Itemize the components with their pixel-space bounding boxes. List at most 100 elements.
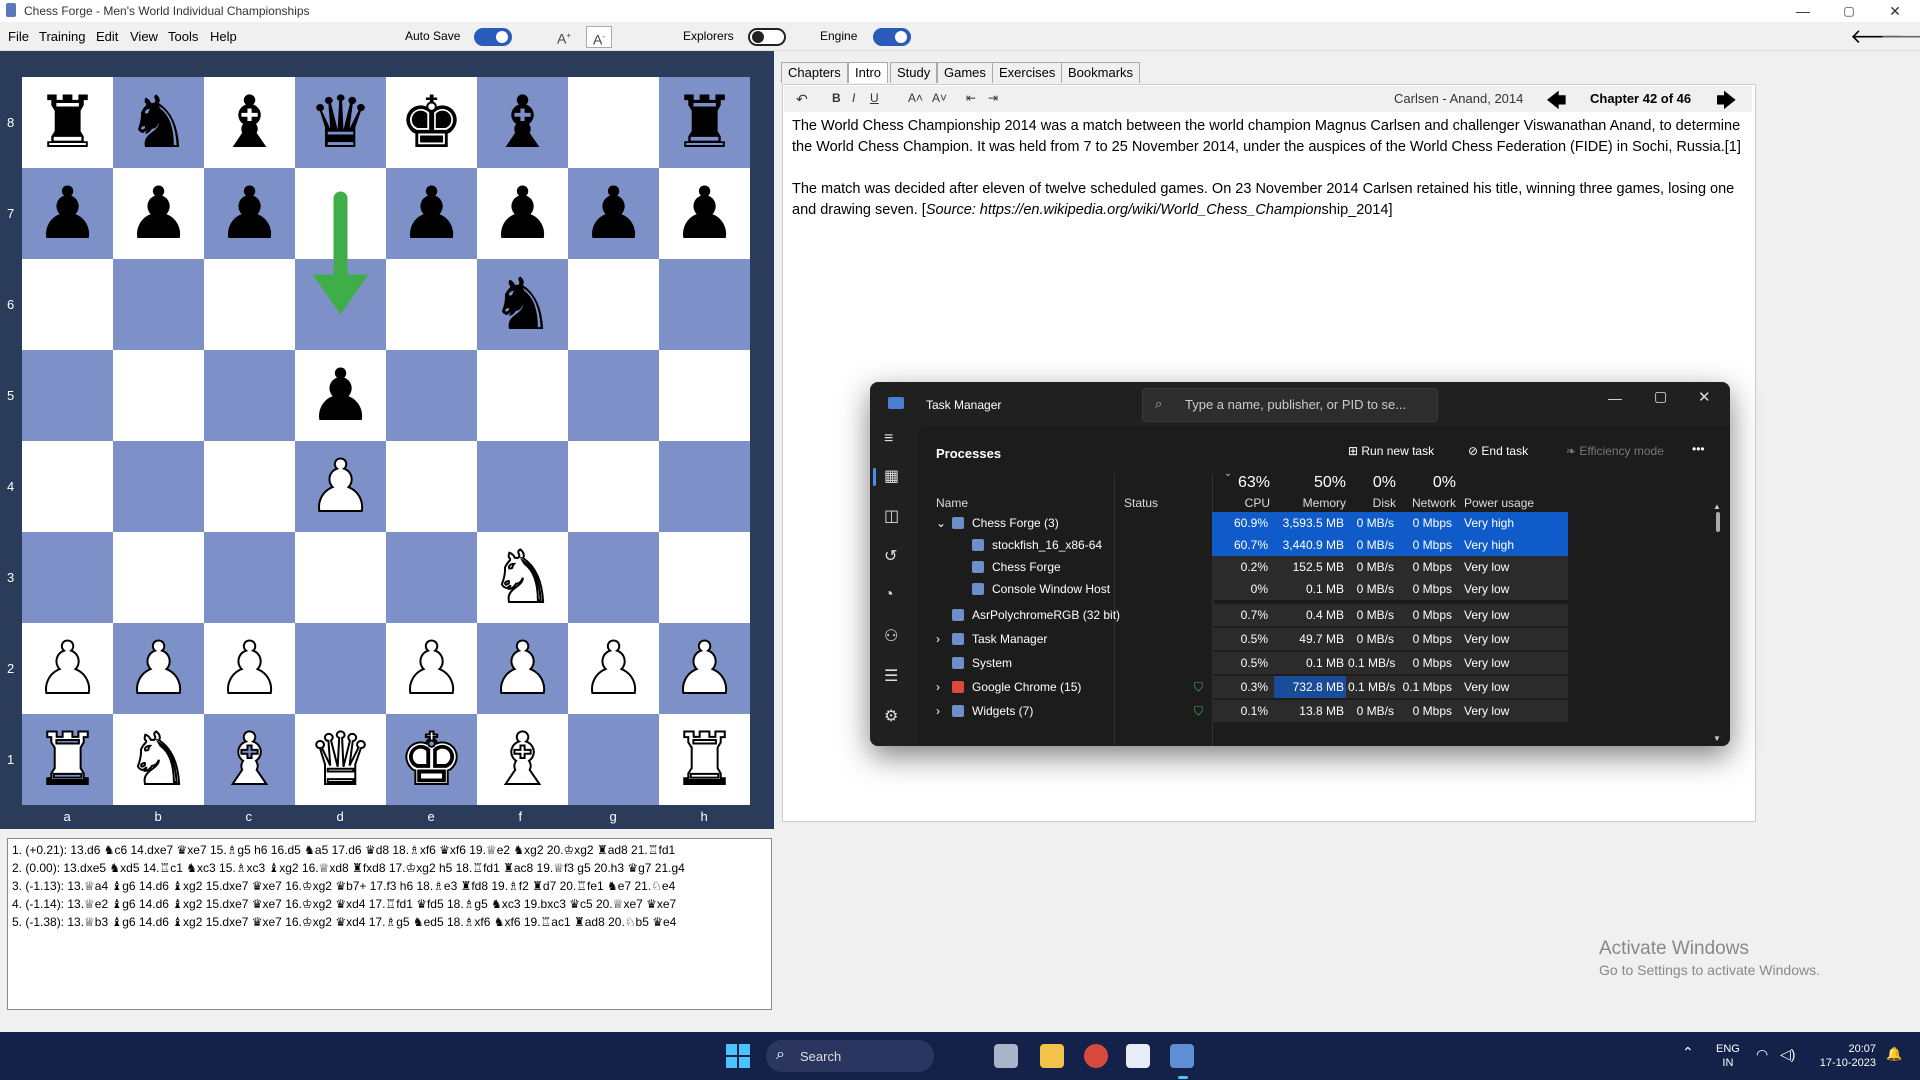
chess-board[interactable]: ♜ ♞ ♝ ♛ ♚ ♝ ♜ ♟ ♟ ♟ ♟ ♟ ♟ ♟ ♞ ♟ ♟ ♞ ♟ ♟ ♟ ♟ ♟ ♟ ♟ ♜ ♞ ♝ ♛ ♚ ♝ ♜ [22, 77, 750, 805]
run-new-task-button[interactable]: ⊞ Run new task [1348, 444, 1434, 458]
square-f3[interactable]: ♞ [477, 532, 568, 623]
square-g4[interactable] [568, 441, 659, 532]
square-b2[interactable]: ♟ [113, 623, 204, 714]
explorers-toggle[interactable] [748, 28, 786, 46]
start-button[interactable] [726, 1044, 750, 1068]
black-rook-icon[interactable]: ♜ [35, 87, 100, 159]
undo-icon[interactable]: ↶ [796, 91, 808, 108]
square-a1[interactable]: ♜ [22, 714, 113, 805]
volume-icon[interactable]: ◁) [1780, 1046, 1795, 1063]
square-c7[interactable]: ♟ [204, 168, 295, 259]
indent-icon[interactable]: ⇥ [988, 91, 998, 105]
square-e7[interactable]: ♟ [386, 168, 477, 259]
engine-line[interactable]: 4. (-1.14): 13.♕e2 ♝g6 14.d6 ♝xg2 15.dxe… [12, 897, 767, 911]
white-pawn-icon[interactable]: ♟ [34, 632, 101, 706]
black-pawn-icon[interactable]: ♟ [399, 178, 464, 250]
black-queen-icon[interactable]: ♛ [308, 87, 373, 159]
black-pawn-icon[interactable]: ♟ [672, 178, 737, 250]
black-pawn-icon[interactable]: ♟ [581, 178, 646, 250]
column-status[interactable]: Status [1124, 496, 1158, 510]
square-a4[interactable] [22, 441, 113, 532]
tab-intro[interactable]: Intro [848, 62, 889, 83]
font-grow-icon[interactable]: A˄ [908, 91, 923, 105]
column-power-usage[interactable]: Power usage [1464, 496, 1534, 510]
settings-icon[interactable]: ⚙ [884, 706, 898, 726]
white-knight-icon[interactable]: ♞ [489, 541, 556, 615]
square-c2[interactable]: ♟ [204, 623, 295, 714]
square-e2[interactable]: ♟ [386, 623, 477, 714]
task-view-icon[interactable] [994, 1044, 1018, 1068]
black-pawn-icon[interactable]: ♟ [126, 178, 191, 250]
engine-line[interactable]: 5. (-1.38): 13.♕b3 ♝g6 14.d6 ♝xg2 15.dxe… [12, 915, 767, 929]
notification-bell-icon[interactable]: 🔔 [1886, 1046, 1902, 1062]
maximize-button[interactable]: ▢ [1826, 0, 1872, 22]
bold-button[interactable]: B [832, 91, 841, 105]
square-d4[interactable]: ♟ [295, 441, 386, 532]
scrollbar-thumb[interactable] [1716, 512, 1720, 532]
white-bishop-icon[interactable]: ♝ [216, 723, 283, 797]
engine-line[interactable]: 1. (+0.21): 13.d6 ♞c6 14.dxe7 ♛xe7 15.♗g… [12, 843, 767, 857]
square-a3[interactable] [22, 532, 113, 623]
square-b6[interactable] [113, 259, 204, 350]
prev-chapter-arrow-icon[interactable]: 🡄 [1546, 86, 1567, 120]
square-e1[interactable]: ♚ [386, 714, 477, 805]
white-rook-icon[interactable]: ♜ [34, 723, 101, 797]
wifi-icon[interactable]: ◠ [1756, 1046, 1768, 1063]
square-f1[interactable]: ♝ [477, 714, 568, 805]
task-manager-taskbar-icon[interactable] [1170, 1044, 1194, 1068]
menu-tools[interactable]: Tools [168, 29, 198, 44]
expand-chevron-icon[interactable]: › [936, 704, 940, 718]
square-a2[interactable]: ♟ [22, 623, 113, 714]
black-bishop-icon[interactable]: ♝ [490, 87, 555, 159]
process-row[interactable]: AsrPolychromeRGB (32 bit) 0.7% 0.4 MB 0 MB/… [918, 604, 1708, 626]
process-row[interactable]: › Widgets (7) ⛉ 0.1% 13.8 MB 0 MB/s 0 Mbps Very… [918, 700, 1708, 722]
white-pawn-icon[interactable]: ♟ [216, 632, 283, 706]
hamburger-icon[interactable]: ≡ [884, 430, 893, 448]
black-bishop-icon[interactable]: ♝ [217, 87, 282, 159]
column-network[interactable]: Network [1406, 496, 1456, 510]
menu-file[interactable]: File [8, 29, 29, 44]
end-task-button[interactable]: ⊘ End task [1468, 444, 1528, 458]
italic-button[interactable]: I [852, 91, 855, 105]
chess-forge-taskbar-icon[interactable] [1126, 1044, 1150, 1068]
column-memory[interactable]: Memory [1284, 496, 1346, 510]
tm-minimize-button[interactable]: — [1608, 390, 1622, 406]
clock[interactable]: 20:07 17-10-2023 [1814, 1042, 1876, 1070]
language-indicator[interactable]: ENG IN [1716, 1042, 1740, 1070]
square-b8[interactable]: ♞ [113, 77, 204, 168]
square-e3[interactable] [386, 532, 477, 623]
app-history-icon[interactable]: ↺ [884, 546, 897, 566]
outdent-icon[interactable]: ⇤ [966, 91, 976, 105]
square-g5[interactable] [568, 350, 659, 441]
square-d2[interactable] [295, 623, 386, 714]
square-d3[interactable] [295, 532, 386, 623]
square-c8[interactable]: ♝ [204, 77, 295, 168]
square-c3[interactable] [204, 532, 295, 623]
minimize-button[interactable]: — [1780, 0, 1826, 22]
square-b4[interactable] [113, 441, 204, 532]
startup-apps-icon[interactable]: ◔ [884, 586, 894, 604]
font-decrease-button[interactable]: A- [586, 26, 612, 48]
square-g8[interactable] [568, 77, 659, 168]
square-b3[interactable] [113, 532, 204, 623]
tab-exercises[interactable]: Exercises [992, 62, 1063, 83]
square-h2[interactable]: ♟ [659, 623, 750, 714]
white-pawn-icon[interactable]: ♟ [125, 632, 192, 706]
black-pawn-icon[interactable]: ♟ [35, 178, 100, 250]
performance-icon[interactable]: ◫ [884, 506, 899, 526]
tm-close-button[interactable]: ✕ [1698, 388, 1711, 406]
square-e4[interactable] [386, 441, 477, 532]
chrome-icon[interactable] [1084, 1044, 1108, 1068]
square-h4[interactable] [659, 441, 750, 532]
process-row[interactable]: ⌄ Chess Forge (3) 60.9% 3,593.5 MB 0 MB/s 0 M… [918, 512, 1708, 534]
white-rook-icon[interactable]: ♜ [671, 723, 738, 797]
square-h5[interactable] [659, 350, 750, 441]
menu-edit[interactable]: Edit [96, 29, 118, 44]
square-g3[interactable] [568, 532, 659, 623]
square-f4[interactable] [477, 441, 568, 532]
square-f5[interactable] [477, 350, 568, 441]
square-h8[interactable]: ♜ [659, 77, 750, 168]
engine-line[interactable]: 2. (0.00): 13.dxe5 ♞xd5 14.♖c1 ♞xc3 15.♗… [12, 861, 767, 875]
square-d5[interactable]: ♟ [295, 350, 386, 441]
square-d6[interactable] [295, 259, 386, 350]
